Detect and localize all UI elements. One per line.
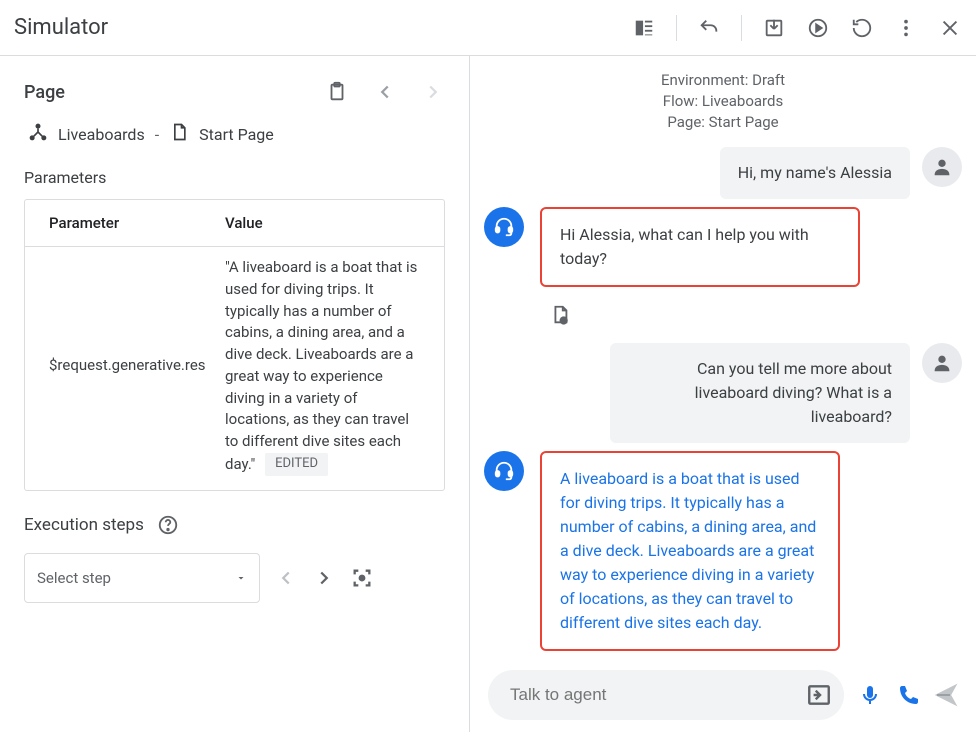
play-icon[interactable] [806, 16, 830, 40]
conversation-panel: Environment: Draft Flow: Liveaboards Pag… [470, 56, 976, 732]
phone-icon[interactable] [896, 683, 920, 707]
user-bubble: Hi, my name's Alessia [720, 147, 910, 199]
message-agent: Hi Alessia, what can I help you with tod… [476, 207, 970, 287]
select-step-dropdown[interactable]: Select step [24, 553, 260, 603]
select-placeholder: Select step [37, 569, 111, 587]
help-icon[interactable] [156, 513, 180, 537]
log-file-row: i [476, 295, 970, 335]
env-environment: Environment: Draft [470, 70, 976, 91]
chat-input-box[interactable] [488, 670, 844, 720]
clipboard-icon[interactable] [325, 80, 349, 104]
execution-steps-label: Execution steps [24, 515, 144, 535]
user-bubble: Can you tell me more about liveaboard di… [610, 343, 910, 443]
env-flow: Flow: Liveaboards [470, 91, 976, 112]
breadcrumb-separator: - [155, 125, 159, 144]
reset-icon[interactable] [850, 16, 874, 40]
env-page: Page: Start Page [470, 112, 976, 133]
topbar-actions [632, 15, 962, 41]
topbar: Simulator [0, 0, 976, 56]
chat-input[interactable] [510, 685, 796, 705]
col-parameter: Parameter [49, 214, 225, 232]
prev-page-icon[interactable] [373, 80, 397, 104]
input-bar [470, 670, 976, 720]
app-title: Simulator [14, 15, 108, 40]
agent-avatar-icon [484, 451, 524, 491]
next-page-icon[interactable] [421, 80, 445, 104]
chat-area[interactable]: Hi, my name's Alessia Hi Alessia, what c… [470, 139, 976, 732]
parameters-label: Parameters [24, 168, 445, 187]
page-heading: Page [24, 82, 65, 103]
agent-avatar-icon [484, 207, 524, 247]
user-avatar-icon [922, 343, 962, 383]
col-value: Value [225, 214, 420, 232]
step-next-icon[interactable] [312, 566, 336, 590]
message-user: Hi, my name's Alessia [476, 147, 970, 199]
toggle-panel-icon[interactable] [632, 16, 656, 40]
param-name: $request.generative.res [49, 355, 225, 377]
send-icon[interactable] [934, 683, 958, 707]
message-agent: A liveaboard is a boat that is used for … [476, 451, 970, 651]
environment-info: Environment: Draft Flow: Liveaboards Pag… [470, 56, 976, 139]
page-icon [169, 122, 189, 146]
param-value: "A liveaboard is a boat that is used for… [225, 257, 420, 476]
mic-icon[interactable] [858, 683, 882, 707]
table-row[interactable]: $request.generative.res "A liveaboard is… [25, 247, 444, 490]
user-avatar-icon [922, 147, 962, 187]
left-panel: Page Liveaboards - Start [0, 56, 470, 732]
close-icon[interactable] [938, 16, 962, 40]
download-icon[interactable] [762, 16, 786, 40]
undo-icon[interactable] [697, 16, 721, 40]
breadcrumb-flow[interactable]: Liveaboards [58, 125, 145, 144]
breadcrumb: Liveaboards - Start Page [28, 122, 445, 146]
agent-bubble[interactable]: A liveaboard is a boat that is used for … [540, 451, 840, 651]
more-icon[interactable] [894, 16, 918, 40]
submit-icon[interactable] [806, 682, 832, 708]
edited-badge: EDITED [265, 453, 328, 476]
agent-bubble[interactable]: Hi Alessia, what can I help you with tod… [540, 207, 860, 287]
parameters-table: Parameter Value $request.generative.res … [24, 199, 445, 491]
message-user: Can you tell me more about liveaboard di… [476, 343, 970, 443]
flow-icon [28, 122, 48, 146]
step-prev-icon[interactable] [274, 566, 298, 590]
document-info-icon[interactable]: i [548, 303, 572, 327]
svg-text:i: i [563, 318, 564, 325]
breadcrumb-page[interactable]: Start Page [199, 125, 274, 144]
focus-icon[interactable] [350, 566, 374, 590]
